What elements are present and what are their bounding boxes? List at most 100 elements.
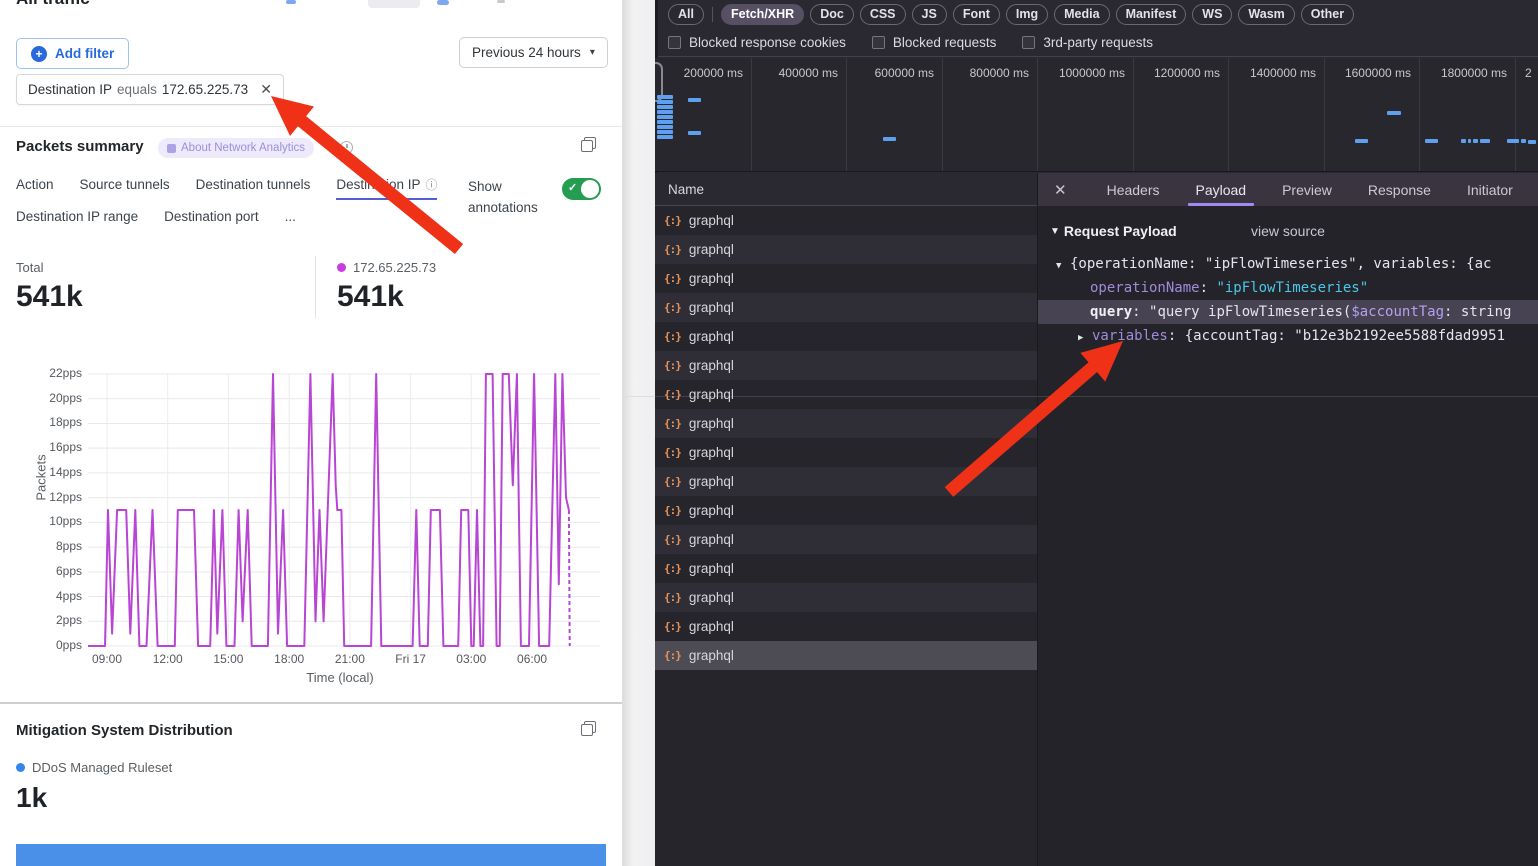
- json-icon: {:}: [664, 301, 681, 314]
- filter-pill-doc[interactable]: Doc: [810, 4, 854, 25]
- triangle-down-icon[interactable]: ▼: [1056, 254, 1070, 278]
- show-annotations-toggle[interactable]: ✓: [562, 178, 601, 200]
- filter-pill-fetch-xhr[interactable]: Fetch/XHR: [721, 4, 804, 25]
- timeline-gridline: [751, 58, 752, 172]
- summary-tabs-row2: Destination IP range Destination port...: [16, 209, 296, 231]
- tab-label: Destination port: [164, 209, 259, 224]
- name-column-header[interactable]: Name: [655, 173, 1037, 206]
- time-range-dropdown[interactable]: Previous 24 hours ▾: [459, 37, 608, 68]
- tab-action[interactable]: Action: [16, 176, 54, 200]
- checkbox-blocked-response-cookies[interactable]: Blocked response cookies: [668, 35, 846, 50]
- request-row[interactable]: {:}graphql: [655, 409, 1037, 438]
- y-tick-label: 8pps: [30, 539, 82, 553]
- detail-tab-headers[interactable]: Headers: [1107, 173, 1160, 206]
- x-tick-label: 12:00: [138, 652, 198, 666]
- check-icon: ✓: [568, 181, 577, 194]
- request-marker: [688, 98, 701, 102]
- payload-segment: "b12e3b2192ee5588fdad9951: [1294, 328, 1505, 344]
- timeline-gridline: [942, 58, 943, 172]
- stat-label-text: Total: [16, 260, 43, 275]
- x-tick-label: 09:00: [77, 652, 137, 666]
- payload-line[interactable]: ▶variables: {accountTag: "b12e3b2192ee55…: [1038, 324, 1538, 348]
- request-row[interactable]: {:}graphql: [655, 264, 1037, 293]
- filter-pill-img[interactable]: Img: [1006, 4, 1048, 25]
- filter-pill-manifest[interactable]: Manifest: [1116, 4, 1187, 25]
- request-row[interactable]: {:}graphql: [655, 641, 1037, 670]
- filter-chip-field: Destination IP: [28, 82, 112, 97]
- request-row[interactable]: {:}graphql: [655, 293, 1037, 322]
- json-icon: {:}: [664, 504, 681, 517]
- request-row[interactable]: {:}graphql: [655, 235, 1037, 264]
- request-marker: [657, 105, 673, 109]
- tab-label: Destination IP: [336, 177, 420, 192]
- filter-pill-css[interactable]: CSS: [860, 4, 906, 25]
- filter-pill-font[interactable]: Font: [953, 4, 1000, 25]
- y-tick-label: 0pps: [30, 638, 82, 652]
- filter-pill-ws[interactable]: WS: [1192, 4, 1232, 25]
- expand-icon[interactable]: [581, 721, 596, 736]
- json-icon: {:}: [664, 214, 681, 227]
- cut-off-element: [437, 0, 449, 5]
- checkbox-box[interactable]: [1022, 36, 1035, 49]
- remove-filter-icon[interactable]: ✕: [260, 81, 272, 98]
- filter-pill-all[interactable]: All: [668, 4, 704, 25]
- request-row[interactable]: {:}graphql: [655, 206, 1037, 235]
- request-payload-row[interactable]: ▼ Request Payload view source: [1038, 218, 1538, 244]
- about-network-analytics-badge[interactable]: About Network Analytics: [158, 138, 314, 158]
- stats-divider: [315, 256, 316, 318]
- request-marker: [1528, 140, 1536, 144]
- add-filter-button[interactable]: + Add filter: [16, 38, 129, 69]
- request-row[interactable]: {:}graphql: [655, 554, 1037, 583]
- request-marker: [883, 137, 896, 141]
- payload-line[interactable]: ▼{operationName: "ipFlowTimeseries", var…: [1038, 252, 1538, 276]
- tab-destination-port[interactable]: Destination port: [164, 209, 259, 231]
- filter-chip[interactable]: Destination IP equals 172.65.225.73 ✕: [16, 74, 284, 105]
- payload-segment: variables: [1092, 328, 1168, 344]
- view-source-link[interactable]: view source: [1251, 223, 1325, 239]
- request-row[interactable]: {:}graphql: [655, 612, 1037, 641]
- request-marker: [688, 131, 701, 135]
- request-row[interactable]: {:}graphql: [655, 583, 1037, 612]
- request-row[interactable]: {:}graphql: [655, 467, 1037, 496]
- triangle-right-icon[interactable]: ▶: [1078, 326, 1092, 350]
- tab-destination-tunnels[interactable]: Destination tunnels: [196, 176, 311, 200]
- detail-tab-initiator[interactable]: Initiator: [1467, 173, 1513, 206]
- tab-[interactable]: ...: [285, 209, 296, 231]
- request-row[interactable]: {:}graphql: [655, 322, 1037, 351]
- filter-pill-other[interactable]: Other: [1301, 4, 1354, 25]
- close-icon[interactable]: ✕: [1054, 181, 1067, 199]
- detail-tab-response[interactable]: Response: [1368, 173, 1431, 206]
- timeline-tick-label: 800000 ms: [970, 66, 1029, 80]
- request-marker: [657, 125, 673, 129]
- request-marker: [1461, 139, 1466, 143]
- tab-destination-ip[interactable]: Destination IPⓘ: [336, 176, 437, 200]
- y-axis-title: Packets: [34, 443, 49, 513]
- filter-pill-js[interactable]: JS: [912, 4, 947, 25]
- network-timeline-overview[interactable]: 200000 ms400000 ms600000 ms800000 ms1000…: [655, 58, 1538, 172]
- detail-tab-payload[interactable]: Payload: [1196, 173, 1247, 206]
- request-name: graphql: [689, 271, 734, 286]
- checkbox-blocked-requests[interactable]: Blocked requests: [872, 35, 997, 50]
- checkbox-box[interactable]: [668, 36, 681, 49]
- payload-line[interactable]: operationName: "ipFlowTimeseries": [1038, 276, 1538, 300]
- plus-icon: +: [31, 46, 47, 62]
- payload-segment: : "query ipFlowTimeseries(: [1132, 304, 1351, 320]
- page-title: All traffic: [16, 0, 316, 11]
- filter-pill-media[interactable]: Media: [1054, 4, 1109, 25]
- request-name: graphql: [689, 474, 734, 489]
- tab-source-tunnels[interactable]: Source tunnels: [80, 176, 170, 200]
- artifact-line: [622, 396, 655, 397]
- request-row[interactable]: {:}graphql: [655, 351, 1037, 380]
- checkbox-box[interactable]: [872, 36, 885, 49]
- checkbox-3rd-party-requests[interactable]: 3rd-party requests: [1022, 35, 1153, 50]
- request-row[interactable]: {:}graphql: [655, 525, 1037, 554]
- detail-tab-preview[interactable]: Preview: [1282, 173, 1332, 206]
- filter-pill-wasm[interactable]: Wasm: [1238, 4, 1294, 25]
- request-row[interactable]: {:}graphql: [655, 438, 1037, 467]
- tab-destination-ip-range[interactable]: Destination IP range: [16, 209, 138, 231]
- request-row[interactable]: {:}graphql: [655, 380, 1037, 409]
- payload-line[interactable]: query: "query ipFlowTimeseries($accountT…: [1038, 300, 1538, 324]
- expand-icon[interactable]: [581, 137, 596, 152]
- x-tick-label: 21:00: [320, 652, 380, 666]
- request-row[interactable]: {:}graphql: [655, 496, 1037, 525]
